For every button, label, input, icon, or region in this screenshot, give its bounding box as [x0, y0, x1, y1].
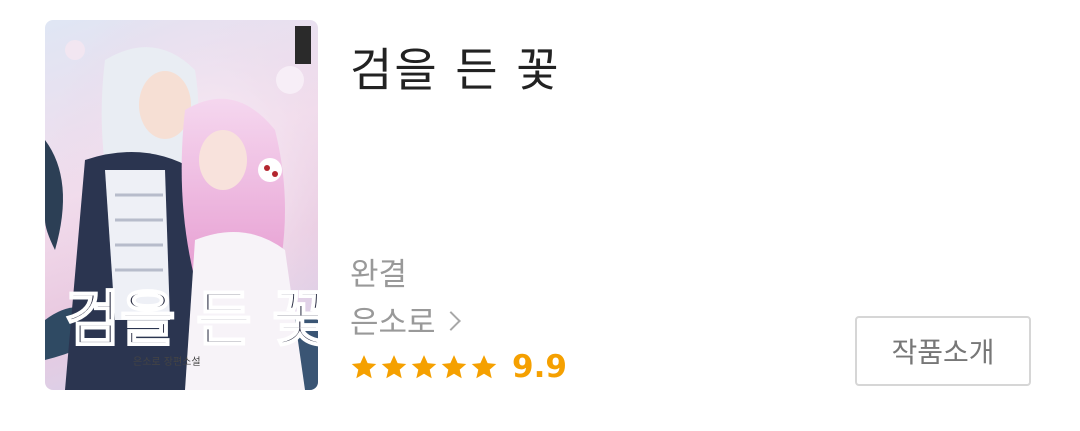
cover-subtitle: 은소로 장편소설 [133, 356, 201, 368]
chevron-right-icon [440, 310, 461, 331]
work-title: 검을 든 꽃 [350, 43, 561, 97]
star-icon [381, 355, 407, 379]
star-icon [411, 355, 437, 379]
author-link[interactable]: 은소로 [350, 297, 461, 342]
author-name: 은소로 [350, 305, 436, 341]
cover-title: 검을 든 꽃 [65, 285, 318, 355]
star-rating [350, 353, 500, 381]
work-card: 검을 든 꽃 은소로 장편소설 검을 든 꽃 완결 은소로 9.9 작품소개 [0, 0, 1080, 431]
status-label: 완결 [350, 257, 408, 293]
star-icon [471, 355, 497, 379]
star-icon [351, 355, 377, 379]
cover-illustration: 검을 든 꽃 은소로 장편소설 [45, 20, 318, 390]
rating: 9.9 [350, 349, 567, 385]
cover-image[interactable]: 검을 든 꽃 은소로 장편소설 [45, 20, 318, 390]
star-icon [441, 355, 467, 379]
rating-score: 9.9 [512, 349, 567, 385]
work-intro-button[interactable]: 작품소개 [855, 316, 1031, 386]
